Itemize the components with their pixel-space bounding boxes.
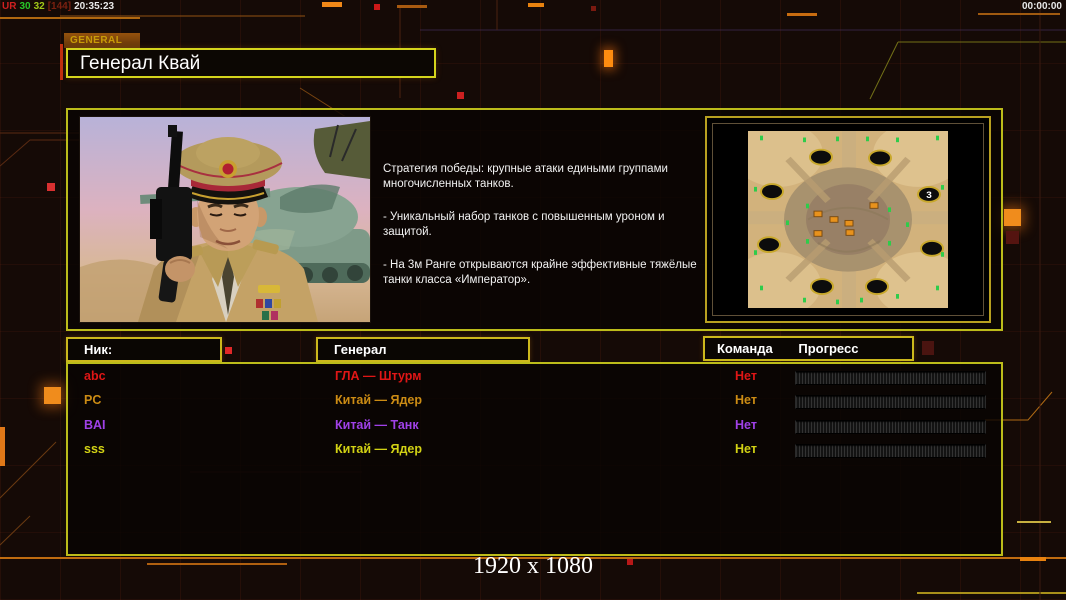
player-row: abc ГЛА — Штурм Нет	[68, 369, 1001, 389]
perf-label: UR	[2, 1, 16, 12]
player-team: Нет	[735, 369, 787, 383]
decor-square-dark	[922, 341, 934, 355]
player-team: Нет	[735, 393, 787, 407]
player-nick: PC	[84, 393, 264, 407]
player-list-panel: abc ГЛА — Штурм Нет PC Китай — Ядер Нет …	[66, 362, 1003, 556]
resolution-label: 1920 x 1080	[0, 553, 1066, 580]
header-team-label: Команда	[717, 338, 773, 359]
player-progress-bar	[795, 395, 986, 409]
decor-square-dark	[1006, 231, 1019, 244]
decor-square-red	[374, 4, 380, 10]
decor-glow-square	[1004, 209, 1021, 226]
decor-square-red	[591, 6, 596, 11]
decor-red-sliver	[60, 44, 63, 80]
player-progress-bar	[795, 371, 986, 385]
header-team-progress: Команда Прогресс	[703, 336, 914, 361]
header-progress-label: Прогресс	[798, 338, 858, 359]
map-preview: 3	[748, 131, 948, 308]
strategy-point: - Уникальный набор танков с повышенным у…	[383, 210, 703, 240]
match-timer: 00:00:00	[1022, 1, 1062, 12]
general-portrait	[80, 117, 370, 322]
player-general: Китай — Танк	[335, 418, 665, 432]
header-nick: Ник:	[66, 337, 222, 362]
strategy-intro: Стратегия победы: крупные атаки едиными …	[383, 162, 703, 192]
header-general: Генерал	[316, 337, 530, 362]
decor-bar-orange	[0, 427, 5, 466]
player-row: sss Китай — Ядер Нет	[68, 442, 1001, 462]
player-row: BAI Китай — Танк Нет	[68, 418, 1001, 438]
decor-square-red	[457, 92, 464, 99]
map-frame: 3	[712, 123, 984, 316]
map-preview-box: 3	[705, 116, 991, 323]
decor-line	[978, 13, 1060, 15]
decor-glow-square	[44, 387, 61, 404]
decor-square-red	[627, 559, 633, 565]
map-position-marker: 3	[926, 190, 932, 201]
player-nick: BAI	[84, 418, 264, 432]
strategy-text: Стратегия победы: крупные атаки едиными …	[383, 162, 703, 306]
decor-dash	[787, 13, 817, 16]
decor-square-red	[225, 347, 232, 354]
player-row: PC Китай — Ядер Нет	[68, 393, 1001, 413]
decor-dash	[1017, 521, 1051, 523]
decor-dash	[1020, 557, 1046, 561]
player-nick: abc	[84, 369, 264, 383]
player-nick: sss	[84, 442, 264, 456]
decor-square-red	[47, 183, 55, 191]
decor-line	[0, 17, 140, 19]
player-progress-bar	[795, 444, 986, 458]
player-team: Нет	[735, 418, 787, 432]
player-general: ГЛА — Штурм	[335, 369, 665, 383]
performance-overlay: UR3032[144]20:35:23	[2, 1, 117, 12]
decor-glow-rect	[604, 50, 613, 67]
player-general: Китай — Ядер	[335, 442, 665, 456]
player-team: Нет	[735, 442, 787, 456]
player-general: Китай — Ядер	[335, 393, 665, 407]
decor-dash	[397, 5, 427, 8]
tab-general: GENERAL	[64, 33, 140, 48]
general-info-panel: Стратегия победы: крупные атаки едиными …	[66, 108, 1003, 331]
player-progress-bar	[795, 420, 986, 434]
decor-dash	[322, 2, 342, 7]
decor-dash	[528, 3, 544, 7]
strategy-point: - На 3м Ранге открываются крайне эффекти…	[383, 258, 703, 288]
page-title: Генерал Квай	[66, 48, 436, 78]
